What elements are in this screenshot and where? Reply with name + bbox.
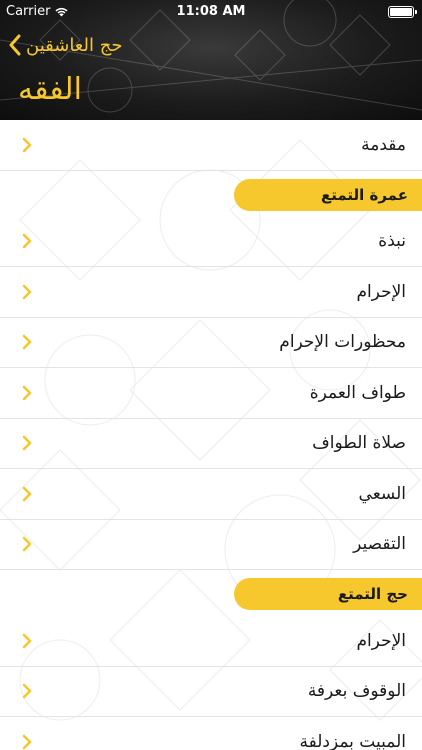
- section-pill: حج التمتع: [234, 578, 422, 610]
- list-item[interactable]: محظورات الإحرام: [0, 318, 422, 368]
- status-bar: Carrier 11:08 AM: [0, 0, 422, 24]
- list-item-label: طواف العمرة: [309, 382, 406, 403]
- list-item-label: الوقوف بعرفة: [307, 681, 406, 702]
- section-label: عمرة التمتع: [320, 185, 408, 204]
- section-header: عمرة التمتع: [0, 171, 422, 217]
- chevron-icon: [22, 536, 32, 552]
- list-item-label: مقدمة: [361, 134, 406, 155]
- list-item-label: الإحرام: [356, 630, 406, 651]
- list-item-label: المبيت بمزدلفة: [299, 731, 407, 750]
- chevron-icon: [22, 486, 32, 502]
- list-item[interactable]: السعي: [0, 469, 422, 520]
- chevron-icon: [22, 233, 32, 249]
- chevron-icon: [22, 334, 32, 350]
- chevron-icon: [22, 435, 32, 451]
- navigation-header: Carrier 11:08 AM حج العاشقين الفقه: [0, 0, 422, 120]
- list-item[interactable]: صلاة الطواف: [0, 419, 422, 469]
- list-item[interactable]: المبيت بمزدلفة: [0, 717, 422, 750]
- list-item-label: صلاة الطواف: [312, 433, 406, 454]
- list-item[interactable]: الإحرام: [0, 267, 422, 318]
- page-title: الفقه: [18, 72, 82, 107]
- list-item-label: نبذة: [378, 231, 406, 252]
- chevron-icon: [22, 734, 32, 750]
- section-pill: عمرة التمتع: [234, 178, 422, 211]
- chevron-icon: [22, 633, 32, 649]
- list-items: مقدمة عمرة التمتع نبذة الإحرام محظورات الإحر…: [0, 120, 422, 750]
- list-item-label: التقصير: [353, 534, 406, 555]
- status-time: 11:08 AM: [176, 4, 246, 19]
- chevron-icon: [22, 683, 32, 699]
- chevron-icon: [22, 284, 32, 300]
- battery-icon: [388, 6, 417, 18]
- back-button[interactable]: حج العاشقين: [8, 30, 122, 60]
- list-item[interactable]: طواف العمرة: [0, 368, 422, 419]
- list-item-label: الإحرام: [356, 281, 406, 302]
- list-item[interactable]: نبذة: [0, 217, 422, 267]
- list-item[interactable]: الإحرام: [0, 616, 422, 667]
- list-item[interactable]: التقصير: [0, 520, 422, 570]
- chevron-icon: [22, 137, 32, 153]
- back-button-label: حج العاشقين: [26, 34, 123, 56]
- chevron-left-icon: [9, 34, 21, 56]
- section-header: حج التمتع: [0, 570, 422, 616]
- section-label: حج التمتع: [337, 585, 408, 603]
- list-item[interactable]: الوقوف بعرفة: [0, 667, 422, 717]
- chevron-icon: [22, 385, 32, 401]
- list-item-label: السعي: [358, 483, 406, 504]
- content-list[interactable]: مقدمة عمرة التمتع نبذة الإحرام محظورات الإحر…: [0, 120, 422, 750]
- list-item[interactable]: مقدمة: [0, 120, 422, 171]
- list-item-label: محظورات الإحرام: [279, 332, 406, 353]
